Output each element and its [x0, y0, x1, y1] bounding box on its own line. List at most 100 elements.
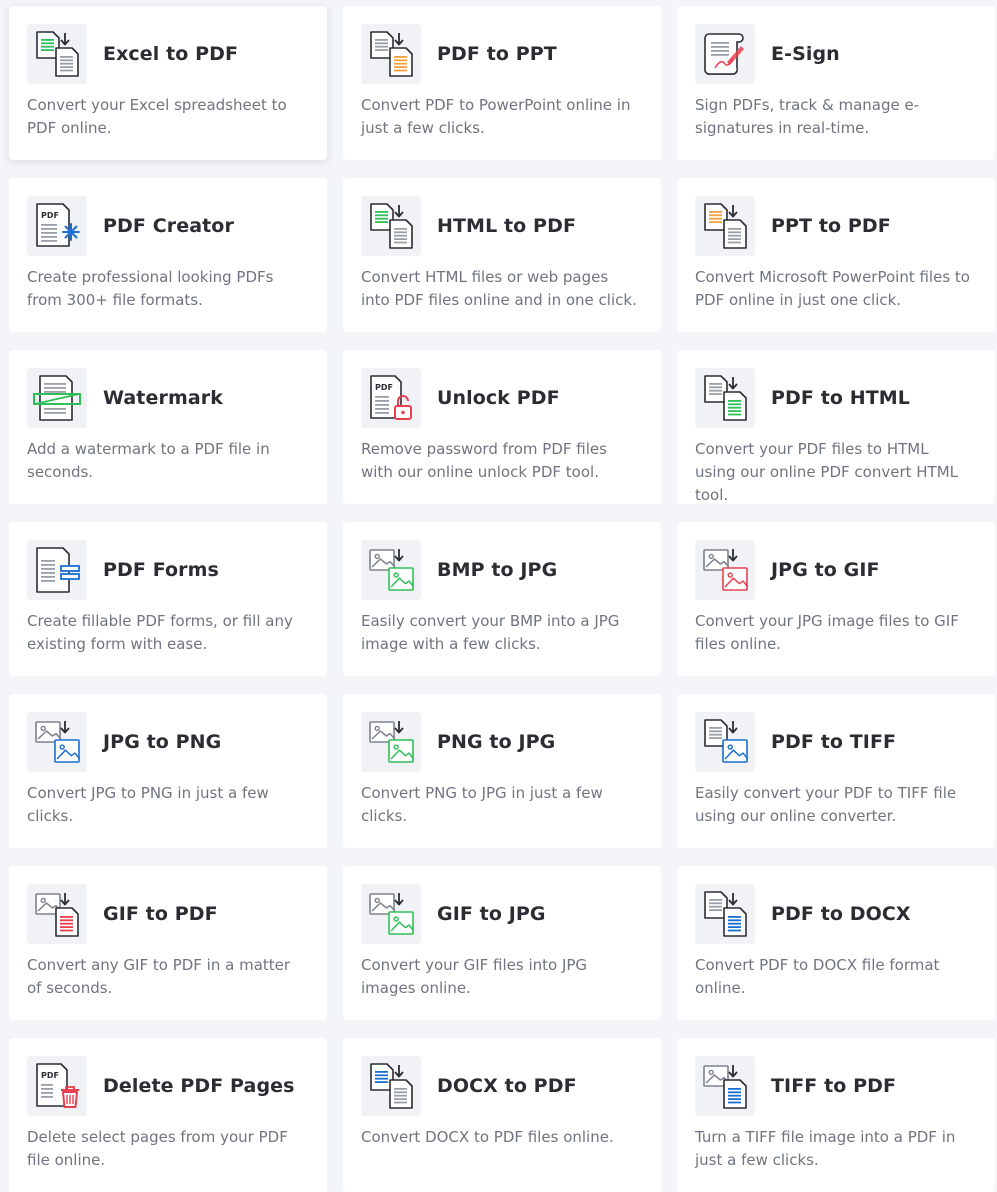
tool-title: DOCX to PDF [437, 1075, 577, 1097]
tool-card-unlock-pdf[interactable]: PDF Unlock PDF Remove password from PDF … [343, 350, 661, 504]
tiff-to-pdf-icon [695, 1056, 755, 1116]
tool-description: Convert JPG to PNG in just a few clicks. [27, 784, 269, 825]
tool-card-ppt-to-pdf[interactable]: PPT to PDF Convert Microsoft PowerPoint … [677, 178, 995, 332]
tool-title: GIF to JPG [437, 903, 546, 925]
tool-card-watermark[interactable]: Watermark Add a watermark to a PDF file … [9, 350, 327, 504]
svg-text:PDF: PDF [41, 1071, 59, 1080]
tool-description: Convert PDF to PowerPoint online in just… [361, 96, 631, 137]
tool-title: Delete PDF Pages [103, 1075, 295, 1097]
tool-title: BMP to JPG [437, 559, 558, 581]
gif-to-jpg-icon-graphic [369, 893, 415, 935]
tool-card-tiff-to-pdf[interactable]: TIFF to PDF Turn a TIFF file image into … [677, 1038, 995, 1192]
gif-to-jpg-icon [361, 884, 421, 944]
tool-description: Add a watermark to a PDF file in seconds… [27, 440, 270, 481]
pdf-creator-icon: PDF [27, 196, 87, 256]
tool-description: Convert PDF to DOCX file format online. [695, 956, 940, 997]
pdf-forms-icon [27, 540, 87, 600]
delete-pdf-pages-icon: PDF [27, 1056, 87, 1116]
tool-title: PDF to DOCX [771, 903, 911, 925]
watermark-icon [27, 368, 87, 428]
tool-card-esign[interactable]: E-Sign Sign PDFs, track & manage e-signa… [677, 6, 995, 160]
png-to-jpg-icon-graphic [369, 721, 415, 763]
tool-title: PDF to PPT [437, 43, 557, 65]
tool-title: TIFF to PDF [771, 1075, 897, 1097]
tool-description: Easily convert your PDF to TIFF file usi… [695, 784, 957, 825]
gif-to-pdf-icon-graphic [35, 893, 79, 937]
pdf-forms-icon-graphic [36, 547, 80, 593]
tool-description: Convert any GIF to PDF in a matter of se… [27, 956, 291, 997]
esign-scroll-icon-graphic [704, 33, 744, 75]
tool-description: Convert your Excel spreadsheet to PDF on… [27, 96, 287, 137]
tool-card-gif-to-pdf[interactable]: GIF to PDF Convert any GIF to PDF in a m… [9, 866, 327, 1020]
tool-description: Remove password from PDF files with our … [361, 440, 607, 481]
tool-title: PNG to JPG [437, 731, 556, 753]
jpg-to-gif-icon [695, 540, 755, 600]
tool-title: PDF Creator [103, 215, 234, 237]
tool-title: JPG to GIF [771, 559, 880, 581]
html-to-pdf-icon [361, 196, 421, 256]
pdf-to-tiff-icon-graphic [704, 719, 749, 763]
unlock-pdf-icon: PDF [361, 368, 421, 428]
tool-title: HTML to PDF [437, 215, 577, 237]
excel-to-pdf-icon [27, 24, 87, 84]
ppt-to-pdf-icon [695, 196, 755, 256]
pdf-to-html-icon [695, 368, 755, 428]
png-to-jpg-icon [361, 712, 421, 772]
tool-card-delete-pdf-pages[interactable]: PDF Delete PDF Pages Delete select pages… [9, 1038, 327, 1192]
tool-card-gif-to-jpg[interactable]: GIF to JPG Convert your GIF files into J… [343, 866, 661, 1020]
tool-description: Turn a TIFF file image into a PDF in jus… [695, 1128, 956, 1169]
docx-to-pdf-icon-graphic [370, 1063, 413, 1109]
jpg-to-gif-icon-graphic [703, 549, 749, 591]
tool-description: Convert Microsoft PowerPoint files to PD… [695, 268, 970, 309]
tool-title: Unlock PDF [437, 387, 560, 409]
tool-description: Convert DOCX to PDF files online. [361, 1128, 614, 1146]
watermark-icon-graphic [33, 375, 81, 421]
tool-card-pdf-creator[interactable]: PDF PDF Creator Create professional look… [9, 178, 327, 332]
delete-pdf-pages-icon-graphic: PDF [36, 1063, 79, 1108]
tool-card-pdf-to-html[interactable]: PDF to HTML Convert your PDF files to HT… [677, 350, 995, 504]
tool-description: Easily convert your BMP into a JPG image… [361, 612, 620, 653]
pdf-to-docx-icon-graphic [704, 891, 747, 937]
tool-description: Create fillable PDF forms, or fill any e… [27, 612, 293, 653]
gif-to-pdf-icon [27, 884, 87, 944]
tool-description: Convert your PDF files to HTML using our… [695, 440, 959, 504]
jpg-to-png-icon-graphic [35, 721, 81, 763]
tool-description: Create professional looking PDFs from 30… [27, 268, 274, 309]
html-to-pdf-icon-graphic [370, 203, 413, 249]
jpg-to-png-icon [27, 712, 87, 772]
tool-card-excel-to-pdf[interactable]: Excel to PDF Convert your Excel spreadsh… [9, 6, 327, 160]
docx-to-pdf-icon [361, 1056, 421, 1116]
tool-description: Convert HTML files or web pages into PDF… [361, 268, 637, 309]
tool-card-pdf-forms[interactable]: PDF Forms Create fillable PDF forms, or … [9, 522, 327, 676]
tool-title: GIF to PDF [103, 903, 218, 925]
pdf-creator-icon-graphic: PDF [36, 203, 80, 247]
tool-description: Convert your JPG image files to GIF file… [695, 612, 959, 653]
tool-card-pdf-to-docx[interactable]: PDF to DOCX Convert PDF to DOCX file for… [677, 866, 995, 1020]
tool-card-bmp-to-jpg[interactable]: BMP to JPG Easily convert your BMP into … [343, 522, 661, 676]
bmp-to-jpg-icon [361, 540, 421, 600]
pdf-to-docx-icon [695, 884, 755, 944]
tool-description: Convert PNG to JPG in just a few clicks. [361, 784, 603, 825]
tool-card-pdf-to-ppt[interactable]: PDF to PPT Convert PDF to PowerPoint onl… [343, 6, 661, 160]
tool-description: Convert your GIF files into JPG images o… [361, 956, 588, 997]
tool-card-jpg-to-gif[interactable]: JPG to GIF Convert your JPG image files … [677, 522, 995, 676]
tool-title: PDF to TIFF [771, 731, 897, 753]
tool-card-png-to-jpg[interactable]: PNG to JPG Convert PNG to JPG in just a … [343, 694, 661, 848]
tool-card-docx-to-pdf[interactable]: DOCX to PDF Convert DOCX to PDF files on… [343, 1038, 661, 1192]
tool-card-jpg-to-png[interactable]: JPG to PNG Convert JPG to PNG in just a … [9, 694, 327, 848]
pdf-to-tiff-icon [695, 712, 755, 772]
tool-title: PDF Forms [103, 559, 219, 581]
esign-scroll-icon [695, 24, 755, 84]
tools-grid: Excel to PDF Convert your Excel spreadsh… [0, 0, 997, 1192]
pdf-to-html-icon-graphic [704, 375, 747, 421]
excel-to-pdf-icon-graphic [36, 31, 79, 77]
tiff-to-pdf-icon-graphic [703, 1065, 747, 1109]
tool-card-pdf-to-tiff[interactable]: PDF to TIFF Easily convert your PDF to T… [677, 694, 995, 848]
bmp-to-jpg-icon-graphic [369, 549, 415, 591]
tool-title: PDF to HTML [771, 387, 911, 409]
pdf-to-ppt-icon-graphic [370, 31, 413, 77]
tool-title: E-Sign [771, 43, 840, 65]
pdf-to-ppt-icon [361, 24, 421, 84]
tool-title: Excel to PDF [103, 43, 239, 65]
tool-card-html-to-pdf[interactable]: HTML to PDF Convert HTML files or web pa… [343, 178, 661, 332]
